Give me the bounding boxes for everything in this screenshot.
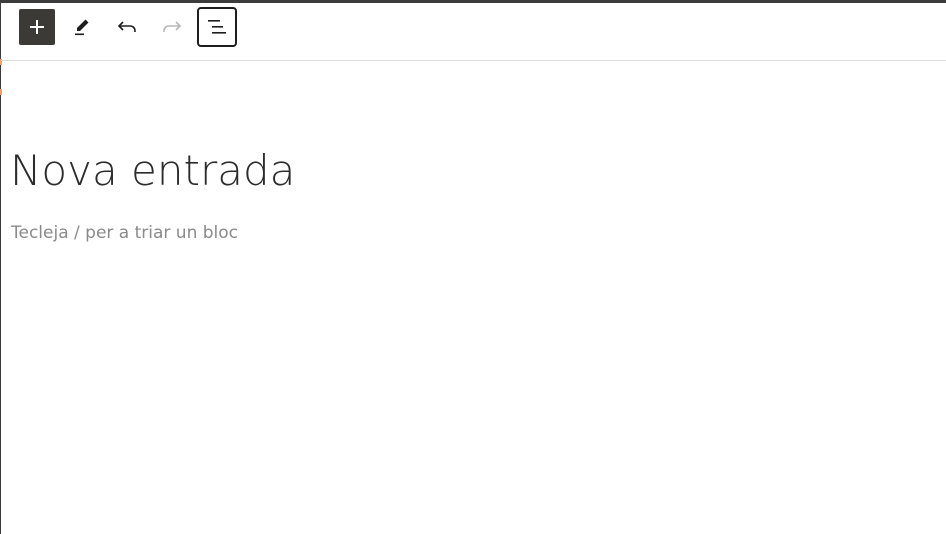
document-overview-button[interactable] (197, 7, 237, 47)
redo-icon (161, 16, 183, 38)
editor-window: Nova entrada Tecleja / per a triar un bl… (0, 0, 946, 534)
block-inserter-button[interactable] (19, 9, 55, 45)
tools-button[interactable] (64, 9, 100, 45)
redo-button[interactable] (154, 9, 190, 45)
undo-button[interactable] (109, 9, 145, 45)
block-placeholder[interactable]: Tecleja / per a triar un bloc (11, 221, 238, 245)
editor-toolbar (1, 3, 946, 61)
pencil-icon (72, 17, 92, 37)
editor-canvas: Nova entrada Tecleja / per a triar un bl… (1, 61, 946, 534)
plus-icon (29, 19, 45, 35)
post-title[interactable]: Nova entrada (10, 145, 295, 197)
list-view-icon (206, 17, 228, 37)
undo-icon (116, 16, 138, 38)
